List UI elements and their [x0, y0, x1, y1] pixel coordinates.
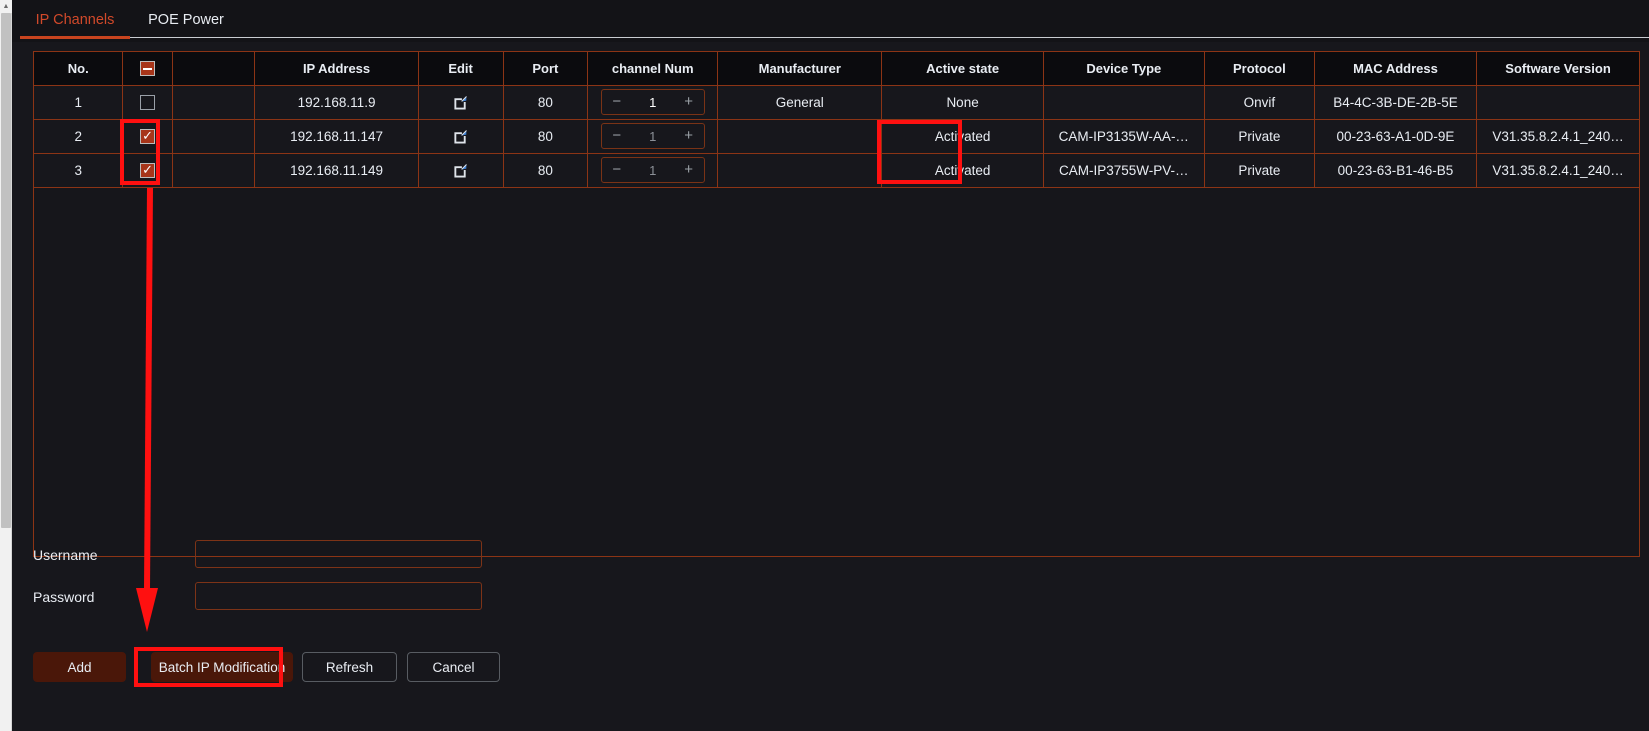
edit-pencil-icon[interactable] [453, 95, 468, 110]
stepper-plus-icon[interactable]: + [682, 90, 696, 114]
cell-mac-address: B4-4C-3B-DE-2B-5E [1314, 85, 1478, 120]
tab-active-underline [20, 36, 130, 39]
cell-manufacturer [717, 153, 883, 188]
stepper-minus-icon[interactable]: − [610, 158, 624, 182]
stepper-minus-icon[interactable]: − [610, 90, 624, 114]
cell-select[interactable] [122, 119, 173, 154]
tab-baseline-divider [130, 37, 1649, 38]
channel-num-stepper[interactable]: − 1 + [600, 157, 705, 183]
cell-port: 80 [503, 119, 589, 154]
stepper-minus-icon[interactable]: − [610, 124, 624, 148]
cell-port: 80 [503, 85, 589, 120]
cell-mac-address: 00-23-63-A1-0D-9E [1314, 119, 1478, 154]
password-label: Password [33, 589, 95, 605]
cell-software-version: V31.35.8.2.4.1_240… [1476, 153, 1639, 188]
select-all-checkbox[interactable] [140, 61, 156, 77]
col-header-select-all[interactable] [122, 52, 173, 86]
tab-ip-channels[interactable]: IP Channels [20, 0, 130, 41]
table-row[interactable]: 2 192.168.11.147 [34, 119, 1639, 154]
scrollbar-up-arrow-icon[interactable]: ▲ [0, 0, 12, 13]
cell-ip-address: 192.168.11.149 [254, 153, 419, 188]
add-button[interactable]: Add [33, 652, 126, 682]
stepper-plus-icon[interactable]: + [682, 124, 696, 148]
cell-manufacturer: General [717, 85, 883, 120]
cell-active-state: None [881, 85, 1044, 120]
cell-device-type: CAM-IP3135W-AA-… [1043, 119, 1205, 154]
row-checkbox[interactable] [140, 161, 156, 178]
device-table-container: No. IP Address Edit Port channel Num Man… [33, 51, 1640, 557]
col-header-software-version[interactable]: Software Version [1476, 52, 1639, 86]
col-header-mac-address[interactable]: MAC Address [1314, 52, 1478, 86]
col-header-channel-num[interactable]: channel Num [587, 52, 719, 86]
table-row[interactable]: 1 192.168.11.9 80 − 1 + General None Onv… [34, 85, 1639, 120]
col-header-active-state[interactable]: Active state [881, 52, 1044, 86]
app-root: ▲ IP Channels POE Power No. IP Address E… [0, 0, 1649, 731]
cell-port: 80 [503, 153, 589, 188]
col-header-ip-address[interactable]: IP Address [254, 52, 419, 86]
col-header-no[interactable]: No. [34, 52, 124, 86]
edit-pencil-icon[interactable] [453, 129, 468, 144]
cell-channel-num[interactable]: − 1 + [587, 153, 719, 188]
stepper-value: 1 [649, 94, 657, 110]
table-body: 1 192.168.11.9 80 − 1 + General None Onv… [34, 85, 1639, 188]
cell-device-type [1043, 85, 1205, 120]
cell-protocol: Private [1204, 153, 1315, 188]
cell-mac-address: 00-23-63-B1-46-B5 [1314, 153, 1478, 188]
cell-device-type: CAM-IP3755W-PV-… [1043, 153, 1205, 188]
col-header-manufacturer[interactable]: Manufacturer [717, 52, 883, 86]
cell-software-version: V31.35.8.2.4.1_240… [1476, 119, 1639, 154]
tab-poe-power[interactable]: POE Power [138, 0, 234, 41]
col-header-device-type[interactable]: Device Type [1043, 52, 1205, 86]
table-row[interactable]: 3 192.168.11.149 [34, 153, 1639, 188]
username-input[interactable] [195, 540, 482, 568]
cell-no: 2 [34, 119, 124, 154]
cell-ip-address: 192.168.11.9 [254, 85, 419, 120]
cell-edit[interactable] [418, 85, 504, 120]
col-header-port[interactable]: Port [503, 52, 589, 86]
edit-pencil-icon[interactable] [453, 163, 468, 178]
col-header-edit[interactable]: Edit [418, 52, 504, 86]
cell-edit[interactable] [418, 153, 504, 188]
stepper-value: 1 [649, 128, 657, 144]
row-checkbox[interactable] [140, 94, 156, 110]
cell-select[interactable] [122, 85, 173, 120]
row-checkbox[interactable] [140, 127, 156, 144]
scrollbar-thumb[interactable] [1, 13, 11, 528]
browser-scrollbar[interactable]: ▲ [0, 0, 12, 731]
refresh-button[interactable]: Refresh [302, 652, 397, 682]
cell-active-state: Activated [881, 153, 1044, 188]
cell-active-state: Activated [881, 119, 1044, 154]
password-input[interactable] [195, 582, 482, 610]
col-header-protocol[interactable]: Protocol [1204, 52, 1315, 86]
cell-edit[interactable] [418, 119, 504, 154]
stepper-value: 1 [649, 162, 657, 178]
username-label: Username [33, 547, 98, 563]
cell-manufacturer [717, 119, 883, 154]
cell-channel-num[interactable]: − 1 + [587, 85, 719, 120]
cell-select[interactable] [122, 153, 173, 188]
cell-protocol: Onvif [1204, 85, 1315, 120]
cancel-button[interactable]: Cancel [407, 652, 500, 682]
batch-ip-modification-button[interactable]: Batch IP Modification [151, 652, 293, 682]
cell-blank [172, 153, 256, 188]
col-header-blank [172, 52, 256, 86]
cell-blank [172, 85, 256, 120]
stepper-plus-icon[interactable]: + [682, 158, 696, 182]
page-content: IP Channels POE Power No. IP Address Edi… [12, 0, 1649, 731]
tab-bar: IP Channels POE Power [12, 0, 1649, 42]
cell-protocol: Private [1204, 119, 1315, 154]
channel-num-stepper[interactable]: − 1 + [600, 123, 705, 149]
channel-num-stepper[interactable]: − 1 + [600, 89, 705, 115]
table-header-row: No. IP Address Edit Port channel Num Man… [34, 52, 1639, 86]
cell-blank [172, 119, 256, 154]
cell-no: 3 [34, 153, 124, 188]
device-table: No. IP Address Edit Port channel Num Man… [34, 52, 1639, 188]
cell-software-version [1476, 85, 1639, 120]
cell-ip-address: 192.168.11.147 [254, 119, 419, 154]
cell-channel-num[interactable]: − 1 + [587, 119, 719, 154]
cell-no: 1 [34, 85, 124, 120]
